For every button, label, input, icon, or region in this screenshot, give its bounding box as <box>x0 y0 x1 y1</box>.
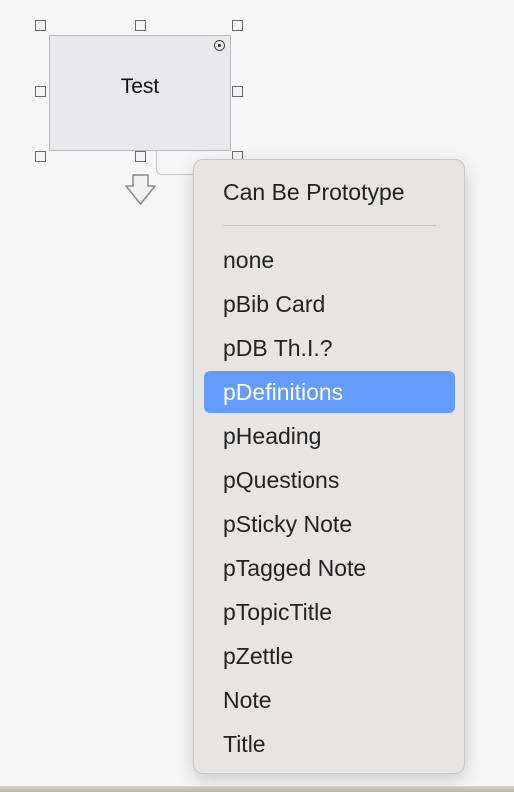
resize-handle-top[interactable] <box>135 20 146 31</box>
resize-handle-bottom[interactable] <box>135 151 146 162</box>
link-line <box>156 151 196 175</box>
menu-item-title[interactable]: Title <box>204 723 455 765</box>
resize-handle-bottom-left[interactable] <box>35 151 46 162</box>
resize-handle-top-right[interactable] <box>232 20 243 31</box>
menu-item-pquestions[interactable]: pQuestions <box>204 459 455 501</box>
menu-item-pbib-card[interactable]: pBib Card <box>204 283 455 325</box>
prototype-icon <box>214 40 225 51</box>
menu-header: Can Be Prototype <box>223 179 405 205</box>
window-bottom-edge <box>0 786 514 792</box>
menu-item-note[interactable]: Note <box>204 679 455 721</box>
menu-separator <box>223 225 436 226</box>
menu-item-pheading[interactable]: pHeading <box>204 415 455 457</box>
note-title: Test <box>120 75 160 98</box>
resize-handle-right[interactable] <box>232 86 243 97</box>
menu-item-ptopictitle[interactable]: pTopicTitle <box>204 591 455 633</box>
menu-item-psticky-note[interactable]: pSticky Note <box>204 503 455 545</box>
create-child-arrow-icon[interactable] <box>124 173 157 206</box>
menu-item-pdb-th-i[interactable]: pDB Th.I.? <box>204 327 455 369</box>
resize-handle-top-left[interactable] <box>35 20 46 31</box>
menu-item-ptagged-note[interactable]: pTagged Note <box>204 547 455 589</box>
note-test[interactable]: Test <box>49 35 231 151</box>
prototype-menu: Can Be Prototype none pBib Card pDB Th.I.?… <box>193 159 465 774</box>
menu-item-pdefinitions[interactable]: pDefinitions <box>204 371 455 413</box>
resize-handle-left[interactable] <box>35 86 46 97</box>
menu-item-none[interactable]: none <box>204 239 455 281</box>
menu-item-pzettle[interactable]: pZettle <box>204 635 455 677</box>
